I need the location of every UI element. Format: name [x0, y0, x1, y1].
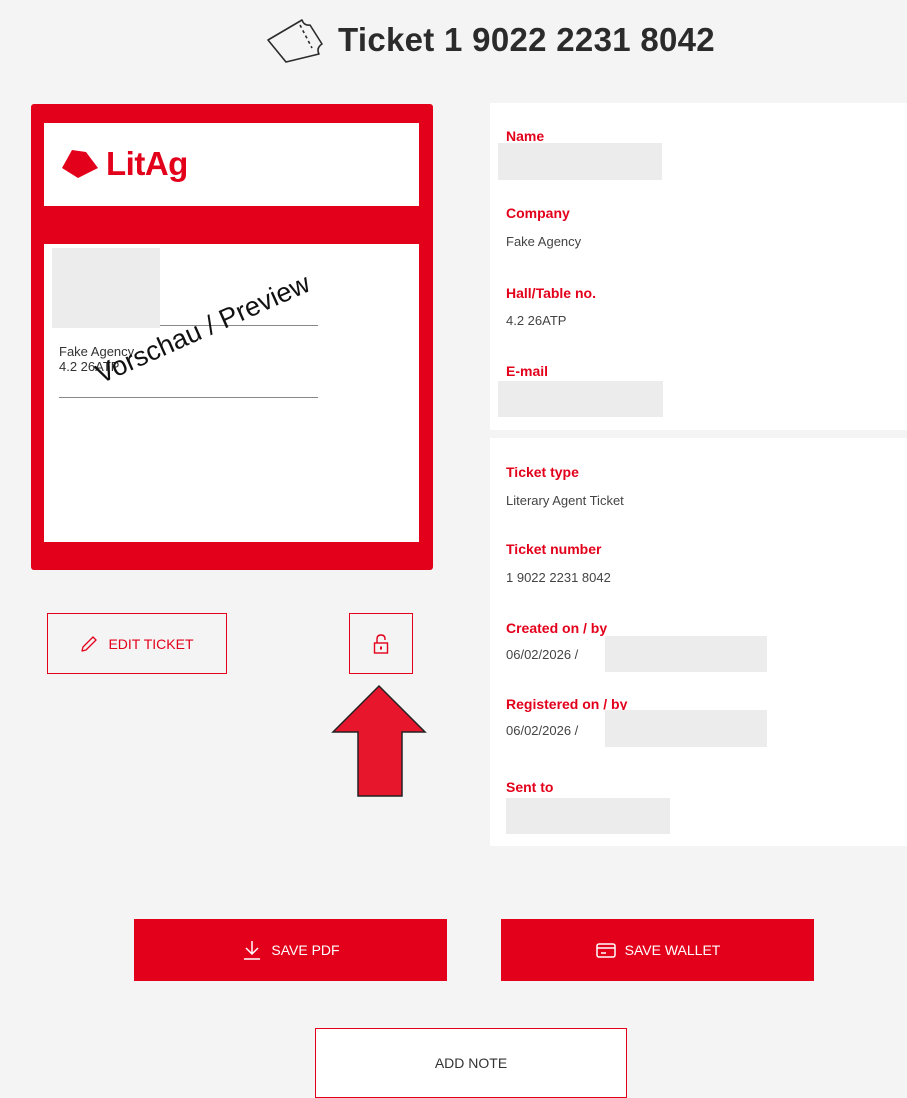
- annotation-arrow-icon: [331, 684, 427, 797]
- sent-to-label: Sent to: [506, 779, 554, 795]
- add-note-label: ADD NOTE: [434, 1055, 508, 1071]
- wallet-icon: [595, 943, 616, 958]
- redacted-registered-by: [605, 710, 767, 747]
- pencil-icon: [81, 635, 98, 652]
- company-value: Fake Agency: [506, 234, 582, 249]
- ticket-number-value: 1 9022 2231 8042: [506, 570, 611, 585]
- personal-info-panel: Name Company Fake Agency Hall/Table no. …: [490, 103, 907, 430]
- ticket-preview-card: LitAg Fake Agency 4.2 26ATP Vorschau / P…: [31, 104, 433, 570]
- photo-placeholder: [52, 248, 160, 328]
- save-wallet-label: SAVE WALLET: [624, 942, 721, 958]
- litag-logo-icon: [62, 150, 98, 178]
- created-label: Created on / by: [506, 620, 608, 636]
- edit-ticket-label: EDIT TICKET: [108, 635, 194, 652]
- ticket-icon: [267, 19, 323, 63]
- logo: LitAg: [60, 145, 188, 183]
- card-logo-area: LitAg: [44, 123, 419, 206]
- ticket-number-label: Ticket number: [506, 541, 602, 557]
- unlock-icon: [373, 633, 389, 654]
- save-pdf-button[interactable]: SAVE PDF: [134, 919, 447, 981]
- hall-value: 4.2 26ATP: [506, 313, 567, 328]
- redacted-email: [498, 381, 663, 417]
- redacted-created-by: [605, 636, 767, 672]
- ticket-type-label: Ticket type: [506, 464, 579, 480]
- created-value: 06/02/2026 /: [506, 647, 579, 662]
- page-header: Ticket 1 9022 2231 8042: [0, 10, 907, 70]
- edit-ticket-button[interactable]: EDIT TICKET: [47, 613, 227, 674]
- page-title: Ticket 1 9022 2231 8042: [338, 21, 715, 58]
- ticket-type-value: Literary Agent Ticket: [506, 493, 624, 508]
- divider: [59, 397, 318, 398]
- hall-label: Hall/Table no.: [506, 285, 596, 301]
- add-note-button[interactable]: ADD NOTE: [315, 1028, 627, 1098]
- name-label: Name: [506, 128, 545, 144]
- save-pdf-label: SAVE PDF: [271, 942, 340, 958]
- save-wallet-button[interactable]: SAVE WALLET: [501, 919, 814, 981]
- company-label: Company: [506, 205, 570, 221]
- registered-value: 06/02/2026 /: [506, 723, 579, 738]
- download-icon: [244, 941, 261, 960]
- logo-text: LitAg: [106, 145, 188, 182]
- redacted-sent-to: [506, 798, 670, 834]
- card-body: Fake Agency 4.2 26ATP Vorschau / Preview: [44, 244, 419, 542]
- ticket-info-panel: Ticket type Literary Agent Ticket Ticket…: [490, 438, 907, 846]
- email-label: E-mail: [506, 363, 549, 379]
- unlock-button[interactable]: [349, 613, 413, 674]
- redacted-name: [498, 143, 662, 180]
